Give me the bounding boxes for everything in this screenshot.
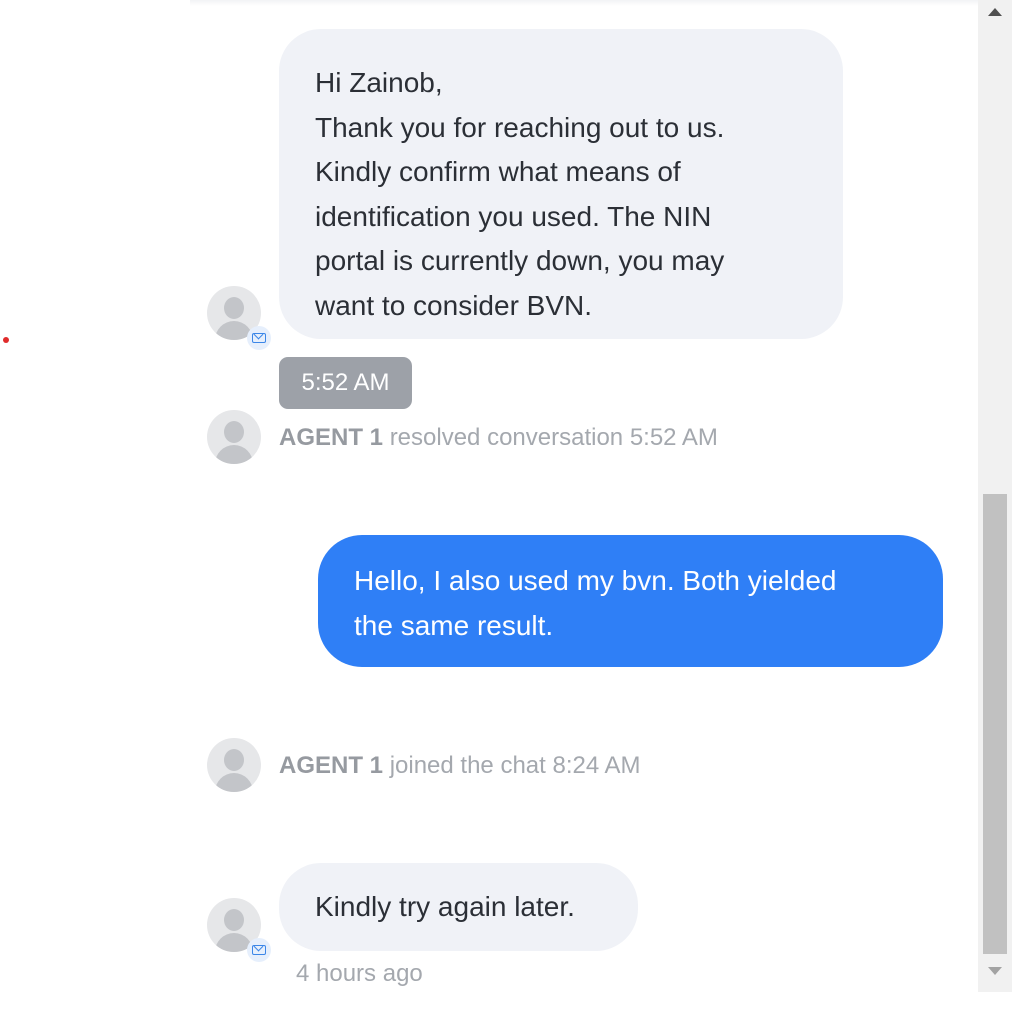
message-line: Thank you for reaching out to us. [315, 111, 725, 143]
message-line: want to consider BVN. [315, 289, 593, 321]
agent-message-bubble: Kindly try again later. [279, 863, 638, 951]
message-line: Hello, I also used my bvn. Both yielded [354, 565, 837, 596]
mail-icon [247, 938, 271, 962]
notification-dot [3, 337, 9, 343]
chat-thread[interactable]: Hi Zainob, Thank you for reaching out to… [0, 0, 978, 1024]
message-line: portal is currently down, you may [315, 245, 725, 276]
customer-message-bubble: Hello, I also used my bvn. Both yielded … [318, 535, 943, 667]
event-agent-name: AGENT 1 [279, 424, 384, 451]
scrollbar-thumb[interactable] [983, 494, 1007, 954]
scroll-down-arrow-icon[interactable] [988, 967, 1002, 975]
event-resolved: AGENT 1 resolved conversation 5:52 AM [279, 424, 718, 452]
event-text: resolved conversation 5:52 AM [389, 424, 718, 451]
message-line: Kindly confirm what means of [315, 156, 681, 187]
message-line: the same result. [354, 609, 554, 641]
message-timestamp: 4 hours ago [296, 960, 423, 987]
event-text: joined the chat 8:24 AM [389, 752, 641, 779]
mail-icon [247, 326, 271, 350]
agent-message-bubble: Hi Zainob, Thank you for reaching out to… [279, 29, 843, 339]
user-placeholder-icon [224, 421, 244, 443]
user-placeholder-icon [224, 909, 244, 931]
event-joined: AGENT 1 joined the chat 8:24 AM [279, 752, 641, 780]
user-placeholder-icon [224, 297, 244, 319]
scroll-up-arrow-icon[interactable] [988, 8, 1002, 16]
message-time-pill: 5:52 AM [279, 357, 412, 409]
agent-avatar [207, 410, 261, 464]
event-agent-name: AGENT 1 [279, 752, 384, 779]
top-shade [190, 0, 978, 6]
message-line: Kindly try again later. [315, 891, 575, 922]
vertical-scrollbar[interactable] [978, 0, 1012, 992]
agent-avatar [207, 738, 261, 792]
message-line: Hi Zainob, [315, 67, 443, 98]
user-placeholder-icon [224, 749, 244, 771]
message-line: identification you used. The NIN [315, 200, 712, 232]
bottom-strip [0, 992, 1024, 1024]
